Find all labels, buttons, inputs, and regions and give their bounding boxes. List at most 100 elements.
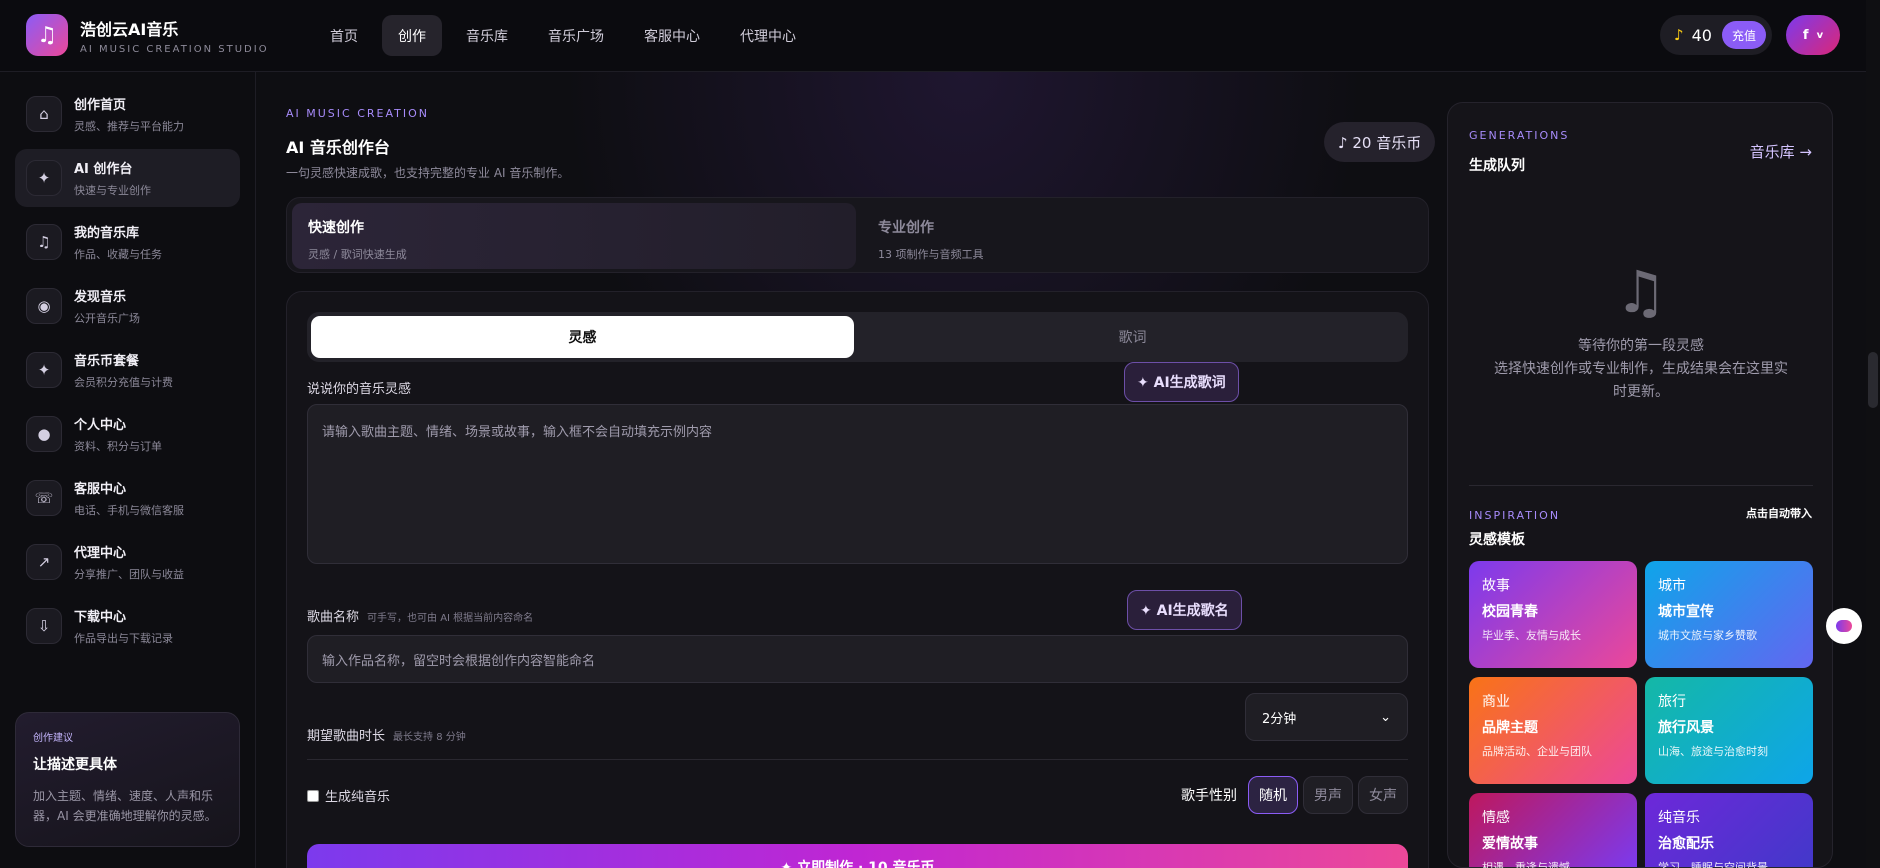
sidebar-item-coin-plans[interactable]: ✦ 音乐币套餐 会员积分充值与计费 — [15, 341, 240, 399]
template-card[interactable]: 纯音乐 治愈配乐 学习、睡眠与空间背景 — [1645, 793, 1813, 868]
template-desc: 相遇、重逢与遗憾 — [1482, 861, 1570, 868]
sidebar-item-desc: 快速与专业创作 — [74, 184, 151, 197]
tab-lyrics[interactable]: 歌词 — [861, 316, 1404, 358]
inspiration-textarea[interactable]: 请输入歌曲主题、情绪、场景或故事，输入框不会自动填充示例内容 — [307, 404, 1408, 564]
sidebar-item-discover[interactable]: ◉ 发现音乐 公开音乐广场 — [15, 277, 240, 335]
page-subtitle: 一句灵感快速成歌，也支持完整的专业 AI 音乐制作。 — [286, 166, 570, 180]
nav-agent[interactable]: 代理中心 — [724, 15, 812, 56]
recharge-button[interactable]: 充值 — [1721, 21, 1766, 49]
disc-icon: ◉ — [26, 288, 62, 324]
scrollbar-thumb[interactable] — [1868, 352, 1878, 408]
nav-library[interactable]: 音乐库 — [450, 15, 524, 56]
template-card[interactable]: 故事 校园青春 毕业季、友情与成长 — [1469, 561, 1637, 668]
chevron-down-icon: v — [1816, 29, 1824, 41]
template-desc: 毕业季、友情与成长 — [1482, 629, 1581, 642]
song-name-hint: 可手写，也可由 AI 根据当前内容命名 — [367, 613, 534, 624]
main-eyebrow: AI MUSIC CREATION — [286, 107, 430, 120]
tab-inspiration[interactable]: 灵感 — [311, 316, 854, 358]
coin-icon: ♪ — [1674, 26, 1684, 44]
duration-value: 2分钟 — [1262, 711, 1297, 727]
brand[interactable]: ♫ 浩创云AI音乐 AI MUSIC CREATION STUDIO — [26, 14, 269, 56]
floating-assistant-button[interactable] — [1826, 608, 1862, 644]
sidebar-item-agent[interactable]: ↗ 代理中心分享推广、团队与收益 — [15, 533, 240, 591]
nav-service[interactable]: 客服中心 — [628, 15, 716, 56]
template-card[interactable]: 情感 爱情故事 相遇、重逢与遗憾 — [1469, 793, 1637, 868]
sidebar-item-library[interactable]: ♫ 我的音乐库作品、收藏与任务 — [15, 213, 240, 271]
song-name-placeholder: 输入作品名称，留空时会根据创作内容智能命名 — [322, 653, 596, 669]
template-card[interactable]: 城市 城市宣传 城市文旅与家乡赞歌 — [1645, 561, 1813, 668]
phone-icon: ☏ — [26, 480, 62, 516]
empty-desc: 选择快速创作或专业制作，生成结果会在这里实时更新。 — [1494, 361, 1788, 400]
duration-label-row: 期望歌曲时长 最长支持 8 分钟 — [307, 725, 466, 744]
gender-female[interactable]: 女声 — [1358, 776, 1408, 814]
page-scrollbar[interactable] — [1866, 0, 1880, 868]
sidebar-item-desc: 电话、手机与微信客服 — [74, 504, 184, 517]
nav-square[interactable]: 音乐广场 — [532, 15, 620, 56]
template-name: 城市宣传 — [1658, 604, 1714, 620]
song-name-label-row: 歌曲名称 可手写，也可由 AI 根据当前内容命名 — [307, 606, 533, 625]
instrumental-option[interactable]: 生成纯音乐 — [307, 786, 390, 805]
template-card[interactable]: 旅行 旅行风景 山海、旅途与治愈时刻 — [1645, 677, 1813, 784]
music-note-icon: ♫ — [26, 14, 68, 56]
sparkle-icon: ✦ — [26, 160, 62, 196]
ai-generate-name-button[interactable]: ✦ AI生成歌名 — [1127, 590, 1242, 630]
ai-generate-lyrics-button[interactable]: ✦ AI生成歌词 — [1124, 362, 1239, 402]
sidebar-item-ai-studio[interactable]: ✦ AI 创作台快速与专业创作 — [15, 149, 240, 207]
music-library-link[interactable]: 音乐库 → — [1750, 141, 1812, 162]
sidebar-item-desc: 灵感、推荐与平台能力 — [74, 120, 184, 133]
assistant-icon — [1836, 620, 1852, 632]
song-name-input[interactable]: 输入作品名称，留空时会根据创作内容智能命名 — [307, 635, 1408, 683]
singer-gender-group: 歌手性别 随机 男声 女声 — [1181, 776, 1408, 814]
sidebar-item-desc: 作品、收藏与任务 — [74, 248, 162, 261]
home-icon: ⌂ — [26, 96, 62, 132]
template-desc: 城市文旅与家乡赞歌 — [1658, 629, 1757, 642]
template-name: 旅行风景 — [1658, 720, 1714, 736]
creation-tip-card: 创作建议 让描述更具体 加入主题、情绪、速度、人声和乐器，AI 会更准确地理解你… — [15, 712, 240, 847]
sidebar-item-downloads[interactable]: ⇩ 下载中心 作品导出与下载记录 — [15, 597, 240, 655]
create-now-button[interactable]: ✦ 立即制作 · 10 音乐币 — [307, 844, 1408, 868]
music-note-icon: ♫ — [26, 224, 62, 260]
sidebar-item-title: 我的音乐库 — [74, 226, 140, 241]
sidebar-item-title: AI 创作台 — [74, 162, 133, 177]
top-bar: ♫ 浩创云AI音乐 AI MUSIC CREATION STUDIO 首页 创作… — [0, 0, 1880, 72]
avatar[interactable]: f v — [1786, 15, 1840, 55]
nav-create[interactable]: 创作 — [382, 15, 442, 56]
divider — [307, 759, 1408, 760]
inspiration-eyebrow: INSPIRATION — [1469, 509, 1561, 522]
sidebar-item-profile[interactable]: ● 个人中心 资料、积分与订单 — [15, 405, 240, 463]
template-category: 旅行 — [1658, 694, 1686, 710]
sidebar-item-home[interactable]: ⌂ 创作首页 灵感、推荐与平台能力 — [15, 85, 240, 143]
template-category: 情感 — [1482, 810, 1510, 826]
sidebar-item-service[interactable]: ☏ 客服中心电话、手机与微信客服 — [15, 469, 240, 527]
instrumental-checkbox[interactable] — [307, 789, 319, 802]
sidebar-item-title: 发现音乐 — [74, 290, 127, 305]
gender-male[interactable]: 男声 — [1303, 776, 1353, 814]
gender-random[interactable]: 随机 — [1248, 776, 1298, 814]
tab-pro-create[interactable]: 专业创作 13 项制作与音频工具 — [862, 203, 1422, 269]
price-badge: ♪ 20 音乐币 — [1324, 122, 1436, 162]
sidebar-item-desc: 分享推广、团队与收益 — [74, 568, 184, 581]
sidebar: ⌂ 创作首页 灵感、推荐与平台能力 ✦ AI 创作台快速与专业创作 ♫ 我的音乐库… — [0, 72, 256, 868]
gender-label: 歌手性别 — [1181, 788, 1237, 804]
sidebar-item-title: 客服中心 — [74, 482, 127, 497]
template-card[interactable]: 商业 品牌主题 品牌活动、企业与团队 — [1469, 677, 1637, 784]
duration-select[interactable]: 2分钟 ⌄ — [1245, 693, 1408, 741]
template-name: 治愈配乐 — [1658, 836, 1714, 852]
mode-tabs: 快速创作 灵感 / 歌词快速生成 专业创作 13 项制作与音频工具 — [286, 197, 1429, 273]
duration-label: 期望歌曲时长 — [307, 729, 386, 744]
sidebar-item-title: 代理中心 — [74, 546, 127, 561]
template-name: 爱情故事 — [1482, 836, 1538, 852]
create-form-panel: 灵感 歌词 说说你的音乐灵感 ✦ AI生成歌词 请输入歌曲主题、情绪、场景或故事… — [286, 291, 1429, 868]
auto-fill-link[interactable]: 点击自动带入 — [1746, 505, 1812, 521]
arrow-up-right-icon: ↗ — [26, 544, 62, 580]
tab-quick-create[interactable]: 快速创作 灵感 / 歌词快速生成 — [292, 203, 856, 269]
avatar-letter: f — [1802, 27, 1809, 43]
nav-home[interactable]: 首页 — [314, 15, 374, 56]
main-nav: 首页 创作 音乐库 音乐广场 客服中心 代理中心 — [314, 15, 820, 56]
brand-title: 浩创云AI音乐 — [80, 19, 179, 39]
mode-title: 专业创作 — [878, 220, 934, 236]
duration-hint: 最长支持 8 分钟 — [393, 732, 466, 743]
template-desc: 学习、睡眠与空间背景 — [1658, 861, 1768, 868]
queue-eyebrow: GENERATIONS — [1469, 129, 1570, 142]
template-category: 城市 — [1658, 578, 1686, 594]
